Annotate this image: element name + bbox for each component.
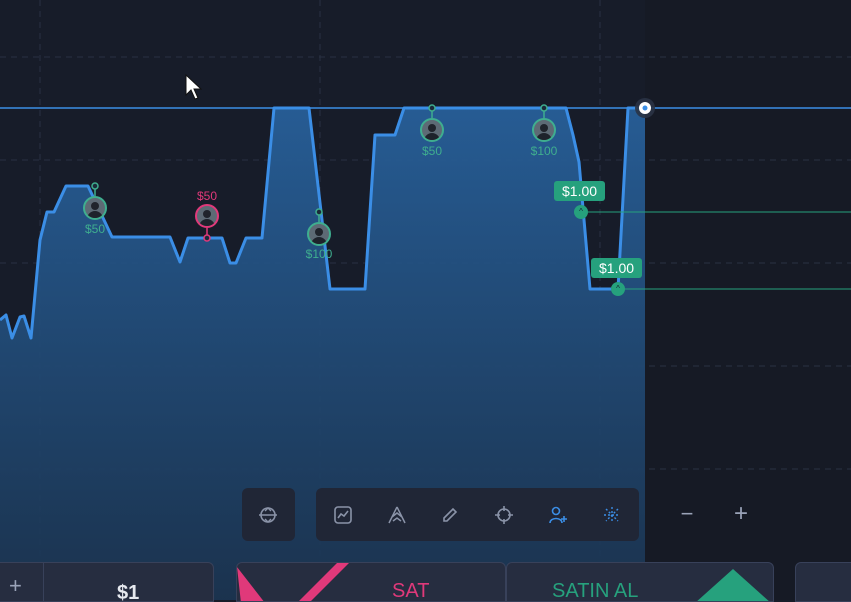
buy-label: SATIN AL	[552, 580, 639, 602]
trade-amount: $100	[530, 144, 558, 158]
trade-avatar[interactable]	[420, 118, 444, 142]
current-price-marker	[635, 98, 655, 118]
chart-type-button[interactable]	[323, 488, 363, 541]
crosshair-icon	[495, 505, 513, 524]
amount-divider	[43, 563, 44, 601]
crosshair-button[interactable]	[484, 488, 524, 541]
trade-avatar[interactable]	[307, 222, 331, 246]
indicators-button[interactable]	[377, 488, 417, 541]
social-trading-button[interactable]	[538, 488, 578, 541]
sparkle-icon	[604, 506, 620, 523]
trade-amount: $50	[196, 189, 218, 203]
chart-layout-button[interactable]	[248, 488, 288, 541]
open-trade-price-tag[interactable]: $1.00	[591, 258, 643, 278]
trade-amount: $50	[84, 222, 106, 236]
chart-layout-toolbar	[242, 488, 295, 541]
buy-button[interactable]: SATIN AL	[506, 562, 774, 602]
open-trade-marker-icon[interactable]: ^	[574, 205, 588, 219]
open-trade-marker-icon[interactable]: ^	[611, 282, 625, 296]
sell-stripe-decoration	[237, 563, 349, 601]
trade-amount: $100	[305, 247, 333, 261]
next-panel[interactable]	[795, 562, 851, 602]
chart-layout-icon	[259, 506, 277, 523]
drawing-pen-icon	[443, 507, 458, 522]
trade-avatar[interactable]	[532, 118, 556, 142]
amount-panel: + $1	[0, 562, 214, 602]
drawing-button[interactable]	[430, 488, 470, 541]
mouse-cursor-icon	[185, 73, 203, 100]
add-amount-button[interactable]: +	[9, 573, 22, 599]
trade-avatar[interactable]	[83, 196, 107, 220]
sell-label: SAT	[392, 580, 430, 602]
indicators-icon	[388, 506, 406, 523]
trade-amount-field[interactable]: $1	[117, 582, 139, 601]
chart-tools-toolbar	[316, 488, 639, 541]
trade-amount: $50	[421, 144, 443, 158]
chart-type-icon	[334, 505, 352, 524]
open-trade-price-tag[interactable]: $1.00	[554, 181, 606, 201]
trade-avatar[interactable]	[195, 204, 219, 228]
sparkle-button[interactable]	[592, 488, 632, 541]
social-trading-icon	[549, 506, 567, 523]
zoom-in-button[interactable]: +	[726, 498, 756, 530]
buy-arrow-decoration	[697, 569, 769, 601]
sell-button[interactable]: SAT	[236, 562, 506, 602]
zoom-out-button[interactable]: −	[672, 498, 702, 530]
trade-panel: + $1 SAT SATIN AL	[0, 562, 851, 602]
